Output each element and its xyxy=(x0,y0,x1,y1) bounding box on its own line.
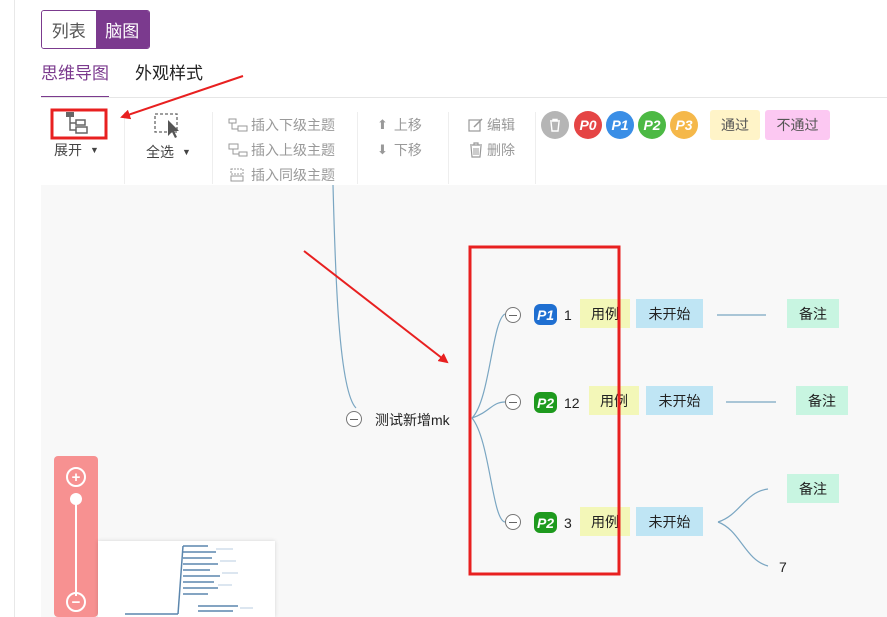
move-down-button[interactable]: ⬇ 下移 xyxy=(377,140,422,160)
insert-sibling-button[interactable]: 插入同级主题 xyxy=(228,165,335,185)
type-tag[interactable]: 用例 xyxy=(580,507,630,536)
child-topic[interactable]: 7 xyxy=(779,559,787,575)
remove-priority-button[interactable] xyxy=(541,111,569,139)
chevron-down-icon: ▼ xyxy=(182,147,191,157)
tab-appearance[interactable]: 外观样式 xyxy=(135,60,203,98)
trash-icon xyxy=(470,142,482,158)
insert-parent-label: 插入上级主题 xyxy=(251,142,335,158)
delete-button[interactable]: 删除 xyxy=(468,140,515,160)
topic-title[interactable]: 1 xyxy=(564,307,572,323)
insert-parent-button[interactable]: 插入上级主题 xyxy=(228,140,335,160)
collapse-toggle[interactable] xyxy=(505,394,521,410)
zoom-slider-track[interactable] xyxy=(75,496,77,596)
priority-p3-button[interactable]: P3 xyxy=(670,111,698,139)
list-view-button[interactable]: 列表 xyxy=(42,11,96,48)
toolbar-separator xyxy=(212,112,213,184)
note-node[interactable]: 备注 xyxy=(787,474,839,503)
collapse-toggle[interactable] xyxy=(346,411,362,427)
frame-border xyxy=(14,0,15,617)
minimap[interactable] xyxy=(98,541,275,617)
priority-p1-button[interactable]: P1 xyxy=(606,111,634,139)
tab-mindmap[interactable]: 思维导图 xyxy=(41,60,109,98)
status-tag[interactable]: 未开始 xyxy=(646,386,713,415)
topic-title[interactable]: 3 xyxy=(564,515,572,531)
minimap-preview xyxy=(125,545,253,615)
status-tag[interactable]: 未开始 xyxy=(636,299,703,328)
zoom-panel: + − xyxy=(54,456,98,617)
insert-parent-icon xyxy=(228,143,248,157)
insert-child-icon xyxy=(228,118,248,132)
delete-label: 删除 xyxy=(487,142,515,158)
status-tag[interactable]: 未开始 xyxy=(636,507,703,536)
select-all-button[interactable]: 全选 ▼ xyxy=(146,112,191,162)
expand-icon xyxy=(66,112,89,134)
tab-bar: 思维导图 外观样式 xyxy=(41,60,203,98)
topic-title[interactable]: 12 xyxy=(564,395,580,411)
expand-button[interactable]: 展开 ▼ xyxy=(54,110,99,160)
trash-icon xyxy=(550,118,560,132)
insert-sibling-label: 插入同级主题 xyxy=(251,167,335,183)
mindmap-view-button[interactable]: 脑图 xyxy=(95,11,149,48)
fail-button[interactable]: 不通过 xyxy=(765,110,830,140)
move-down-label: 下移 xyxy=(393,142,422,158)
zoom-slider-handle[interactable] xyxy=(70,493,82,505)
toolbar-separator xyxy=(448,112,449,184)
expand-label: 展开 xyxy=(54,142,82,158)
arrow-down-icon: ⬇ xyxy=(377,142,388,157)
insert-sibling-icon xyxy=(230,168,244,182)
root-topic[interactable]: 测试新增mk xyxy=(375,410,450,430)
toolbar-separator xyxy=(535,112,536,184)
priority-badge: P1 xyxy=(534,304,557,325)
move-up-label: 上移 xyxy=(393,117,422,133)
zoom-in-icon[interactable]: + xyxy=(66,467,86,487)
collapse-toggle[interactable] xyxy=(505,307,521,323)
arrow-up-icon: ⬆ xyxy=(377,117,388,132)
edit-label: 编辑 xyxy=(487,117,515,133)
toolbar-separator xyxy=(124,112,125,184)
priority-p2-button[interactable]: P2 xyxy=(638,111,666,139)
note-node[interactable]: 备注 xyxy=(787,299,839,328)
tab-divider xyxy=(41,97,887,98)
select-all-label: 全选 xyxy=(146,144,174,160)
note-node[interactable]: 备注 xyxy=(796,386,848,415)
zoom-out-icon[interactable]: − xyxy=(66,592,86,612)
chevron-down-icon: ▼ xyxy=(90,145,99,155)
edit-button[interactable]: 编辑 xyxy=(468,115,515,135)
type-tag[interactable]: 用例 xyxy=(589,386,639,415)
collapse-toggle[interactable] xyxy=(505,514,521,530)
view-switch: 列表 脑图 xyxy=(41,10,150,49)
move-up-button[interactable]: ⬆ 上移 xyxy=(377,115,422,135)
pass-button[interactable]: 通过 xyxy=(710,110,760,140)
edit-icon xyxy=(468,118,483,132)
priority-badge: P2 xyxy=(534,392,557,413)
select-cursor-icon xyxy=(154,113,180,138)
toolbar-separator xyxy=(357,112,358,184)
insert-child-button[interactable]: 插入下级主题 xyxy=(228,115,335,135)
priority-p0-button[interactable]: P0 xyxy=(574,111,602,139)
type-tag[interactable]: 用例 xyxy=(580,299,630,328)
insert-child-label: 插入下级主题 xyxy=(251,117,335,133)
priority-badge: P2 xyxy=(534,512,557,533)
